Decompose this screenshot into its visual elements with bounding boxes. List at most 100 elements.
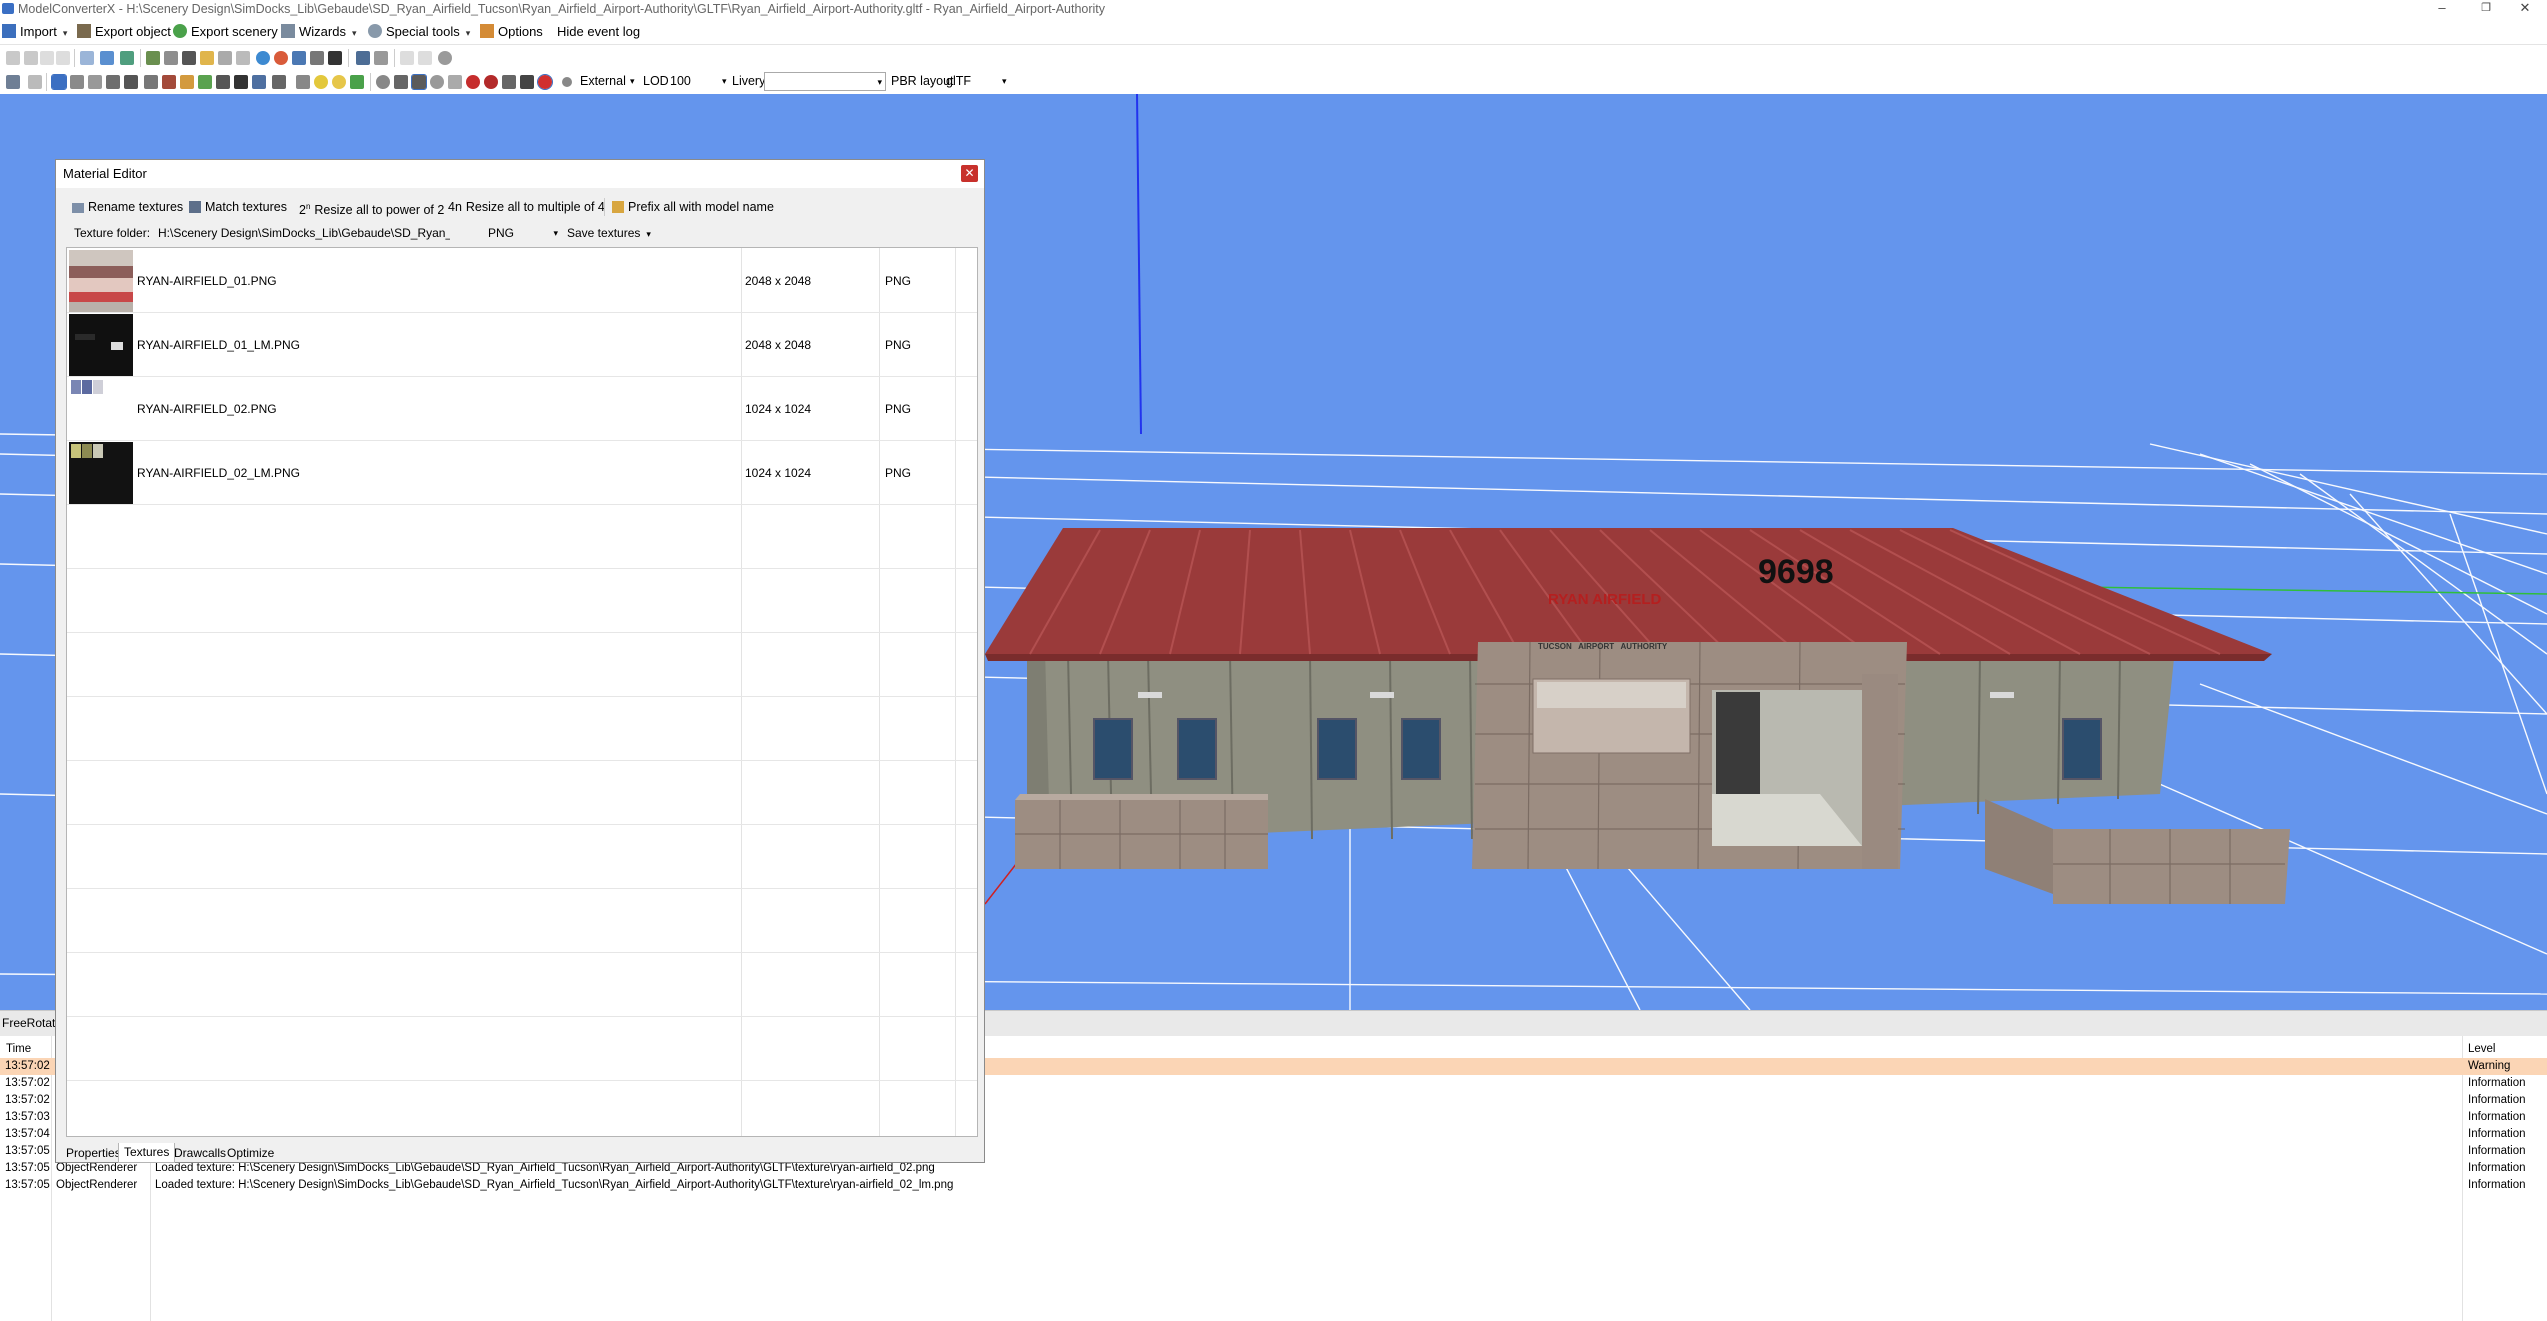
prefix-with-model-name-button[interactable]: Prefix all with model name [612, 198, 774, 216]
terrain-icon[interactable] [198, 75, 212, 89]
cross-icon[interactable] [234, 75, 248, 89]
options-menu[interactable]: Options [480, 23, 543, 41]
folder-icon[interactable] [200, 51, 214, 65]
photo-icon[interactable] [236, 51, 250, 65]
livery-select[interactable]: ▾ [764, 72, 886, 91]
log-level: Information [2468, 1145, 2526, 1157]
log-header-time[interactable]: Time [6, 1041, 31, 1058]
forward-icon[interactable] [24, 51, 38, 65]
stop-icon[interactable] [56, 51, 70, 65]
resize-power-of-two-button[interactable]: 2n Resize all to power of 2 [299, 198, 444, 217]
select-icon[interactable] [6, 75, 20, 89]
palette-icon[interactable] [274, 51, 288, 65]
screenshot-icon[interactable] [356, 51, 370, 65]
shading-icon[interactable] [394, 75, 408, 89]
wizards-menu[interactable]: Wizards ▾ [281, 23, 356, 41]
hierarchy-icon[interactable] [120, 51, 134, 65]
import-menu[interactable]: Import ▾ [2, 23, 67, 41]
box-icon[interactable] [144, 75, 158, 89]
refresh-icon[interactable] [40, 51, 54, 65]
ladybug-icon[interactable] [466, 75, 480, 89]
person-icon[interactable] [328, 51, 342, 65]
texture-grid[interactable]: RYAN-AIRFIELD_01.PNG 2048 x 2048 PNG RYAN-A… [66, 247, 978, 1137]
resize-multiple-of-four-button[interactable]: 4n Resize all to multiple of 4 [448, 198, 605, 216]
chevron-down-icon[interactable]: ▾ [630, 76, 635, 87]
export-scenery-menu[interactable]: Export scenery [173, 23, 278, 41]
network-icon[interactable] [292, 51, 306, 65]
tab-textures[interactable]: Textures [118, 1143, 176, 1163]
redo-icon[interactable] [418, 51, 432, 65]
pointer-icon[interactable] [28, 75, 42, 89]
settings-icon[interactable] [376, 75, 390, 89]
grid-toggle-icon[interactable] [146, 51, 160, 65]
dropper-icon[interactable] [310, 51, 324, 65]
brick-icon[interactable] [162, 75, 176, 89]
tab-optimize[interactable]: Optimize [222, 1144, 279, 1163]
back-icon[interactable] [6, 51, 20, 65]
scissor-icon[interactable] [252, 75, 266, 89]
solid-icon[interactable] [411, 74, 427, 90]
undo-icon[interactable] [400, 51, 414, 65]
texture-format-select[interactable]: PNG ▾ [488, 224, 562, 242]
grid-icon[interactable] [51, 74, 67, 90]
title-bar: ModelConverterX - H:\Scenery Design\SimD… [0, 0, 2547, 18]
bulb-icon[interactable] [332, 75, 346, 89]
sun-icon[interactable] [314, 75, 328, 89]
hide-event-log-menu[interactable]: Hide event log [557, 23, 640, 41]
texture-row[interactable]: RYAN-AIRFIELD_01_LM.PNG 2048 x 2048 PNG [67, 312, 977, 377]
lod-value[interactable]: 100 [670, 74, 691, 88]
close-window-icon[interactable]: ✕ [2503, 0, 2547, 18]
light-group-icon[interactable] [272, 75, 286, 89]
axis-icon[interactable] [70, 75, 84, 89]
menu-bar: Import ▾ Export object Export scenery Wiz… [0, 20, 2547, 45]
texture-row[interactable]: RYAN-AIRFIELD_01.PNG 2048 x 2048 PNG [67, 248, 977, 313]
chevron-down-icon[interactable]: ▾ [722, 76, 727, 87]
pin-icon[interactable] [100, 51, 114, 65]
texture-row[interactable]: RYAN-AIRFIELD_02.PNG 1024 x 1024 PNG [67, 376, 977, 441]
bug-icon[interactable] [484, 75, 498, 89]
texture-size: 2048 x 2048 [745, 274, 812, 288]
wire-icon[interactable] [296, 75, 310, 89]
help-icon[interactable] [438, 51, 452, 65]
apple-icon[interactable] [537, 74, 553, 90]
rename-textures-button[interactable]: Rename textures [72, 198, 183, 216]
restore-icon[interactable]: ❐ [2464, 0, 2508, 18]
match-textures-button[interactable]: Match textures [189, 198, 287, 216]
zoom-icon[interactable] [80, 51, 94, 65]
import-icon [2, 24, 16, 38]
link-icon[interactable] [216, 75, 230, 89]
eye-icon[interactable] [562, 77, 572, 87]
bones-icon[interactable] [106, 75, 120, 89]
tab-properties[interactable]: Properties [61, 1144, 126, 1163]
log-row[interactable]: 13:57:05 ObjectRenderer Loaded texture: H:… [0, 1177, 2547, 1194]
special-tools-menu[interactable]: Special tools ▾ [368, 23, 470, 41]
mesh-icon[interactable] [502, 75, 516, 89]
toolbar-separator [140, 49, 141, 67]
export-object-menu[interactable]: Export object [77, 23, 171, 41]
material-editor-titlebar[interactable]: Material Editor ✕ [56, 160, 984, 188]
close-icon[interactable]: ✕ [961, 165, 978, 182]
measure-icon[interactable] [88, 75, 102, 89]
cone-icon[interactable] [520, 75, 534, 89]
log-header-level[interactable]: Level [2468, 1041, 2496, 1058]
image-icon[interactable] [182, 51, 196, 65]
tripod-icon[interactable] [448, 75, 462, 89]
globe-icon[interactable] [256, 51, 270, 65]
recycle-icon[interactable] [350, 75, 364, 89]
pbr-layout-value[interactable]: glTF [946, 74, 971, 88]
texture-folder-input[interactable]: H:\Scenery Design\SimDocks_Lib\Gebaude\S… [158, 224, 450, 242]
sphere-icon[interactable] [430, 75, 444, 89]
texture-icon[interactable] [218, 51, 232, 65]
report-icon[interactable] [374, 51, 388, 65]
view-mode-label[interactable]: External [580, 74, 626, 88]
cube-icon[interactable] [180, 75, 194, 89]
minimize-icon[interactable]: – [2420, 0, 2464, 18]
node-icon[interactable] [124, 75, 138, 89]
wrench-icon [480, 24, 494, 38]
save-textures-button[interactable]: Save textures ▾ [567, 224, 651, 242]
chevron-down-icon[interactable]: ▾ [1002, 76, 1007, 87]
log-level: Information [2468, 1128, 2526, 1140]
fit-icon[interactable] [164, 51, 178, 65]
texture-row[interactable]: RYAN-AIRFIELD_02_LM.PNG 1024 x 1024 PNG [67, 440, 977, 505]
material-editor-window[interactable]: Material Editor ✕ Rename textures Match … [55, 159, 985, 1163]
